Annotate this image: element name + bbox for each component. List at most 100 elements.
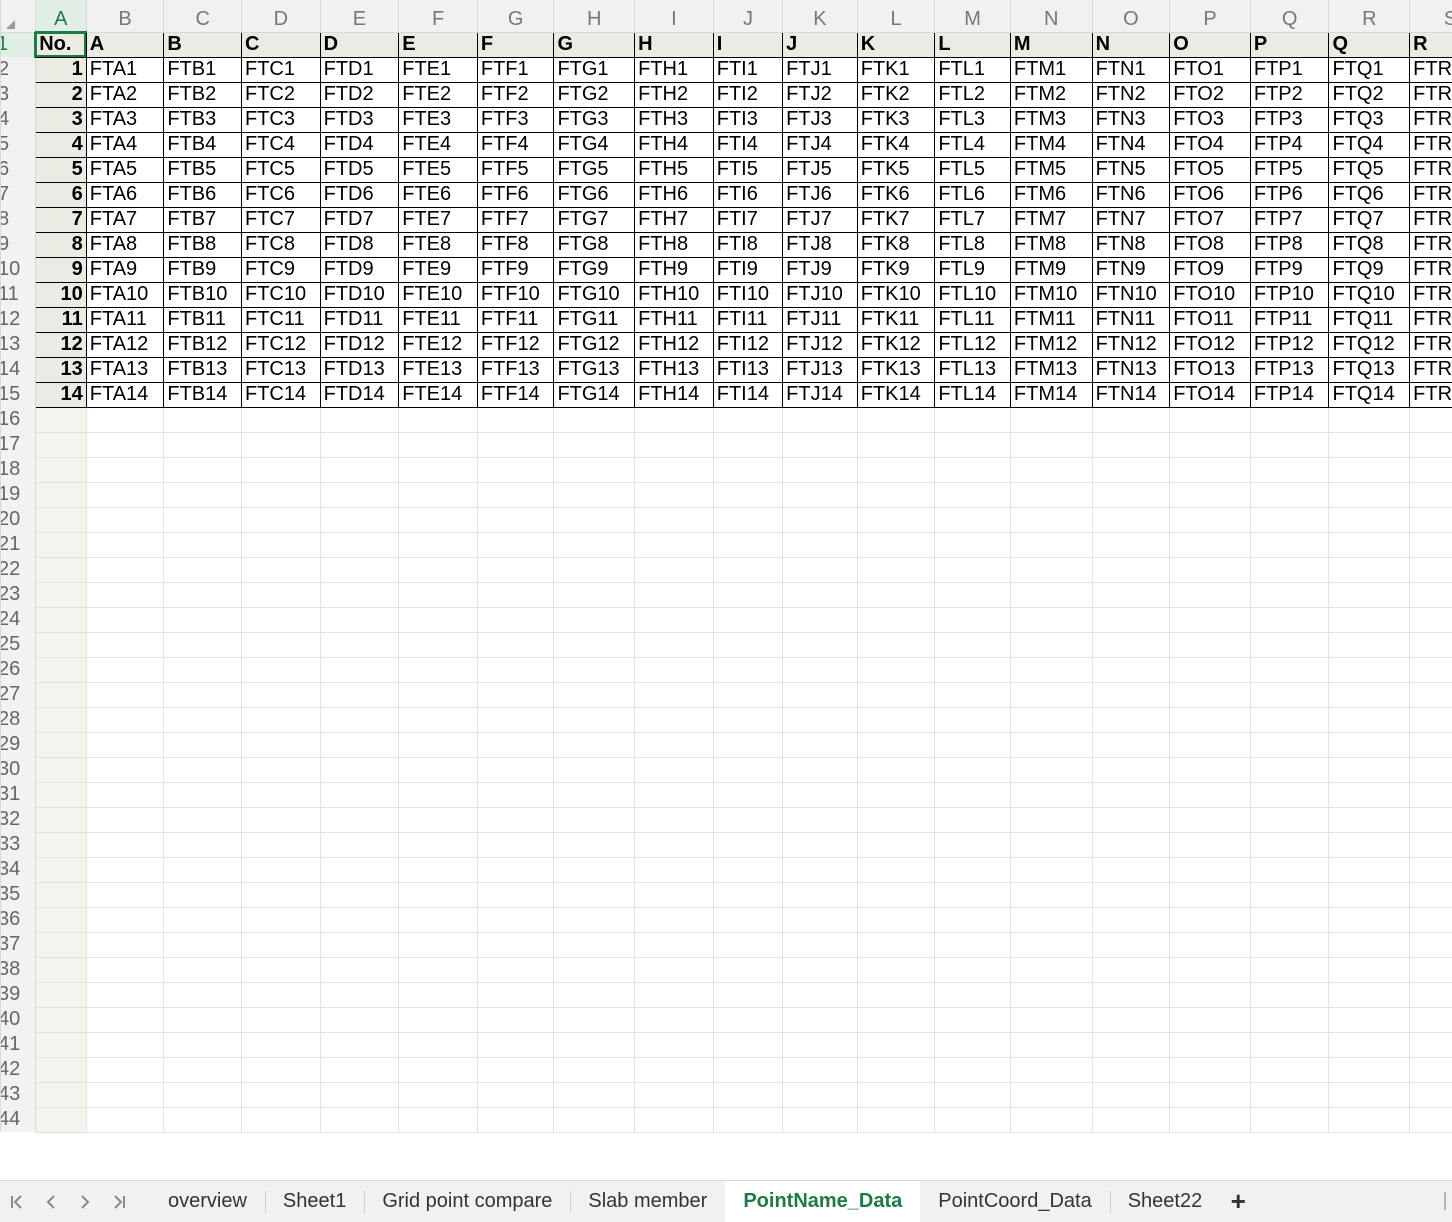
point-name-cell[interactable]: FTM14 — [1009, 381, 1093, 408]
index-cell[interactable]: 10 — [34, 281, 87, 308]
point-name-cell[interactable]: FTN10 — [1091, 281, 1171, 308]
cell[interactable] — [1409, 756, 1452, 783]
cell[interactable] — [34, 706, 87, 733]
cell[interactable] — [934, 481, 1011, 508]
cell[interactable] — [1249, 706, 1330, 733]
cell[interactable] — [240, 806, 321, 833]
cell[interactable] — [1249, 1081, 1330, 1108]
cell[interactable] — [712, 706, 784, 733]
cell[interactable] — [398, 706, 478, 733]
cell[interactable] — [934, 581, 1011, 608]
cell[interactable] — [319, 806, 400, 833]
point-name-cell[interactable]: FTE10 — [398, 281, 478, 308]
row-header[interactable]: 21 — [0, 532, 36, 557]
cell[interactable] — [240, 781, 321, 808]
point-name-cell[interactable]: FTF12 — [476, 331, 555, 358]
cell[interactable] — [782, 906, 858, 933]
cell[interactable] — [1091, 1006, 1171, 1033]
point-name-cell[interactable]: FTK3 — [856, 106, 936, 133]
cell[interactable] — [934, 431, 1011, 458]
cell[interactable] — [1009, 881, 1093, 908]
cell[interactable] — [856, 1006, 936, 1033]
point-name-cell[interactable]: FTG10 — [553, 281, 636, 308]
cell[interactable] — [856, 831, 936, 858]
cell[interactable] — [85, 606, 165, 633]
header-cell[interactable]: L — [934, 31, 1011, 58]
cell[interactable] — [934, 631, 1011, 658]
cell[interactable] — [1009, 756, 1093, 783]
row-header[interactable]: 11 — [0, 282, 36, 307]
cell[interactable] — [398, 631, 478, 658]
cell[interactable] — [856, 681, 936, 708]
point-name-cell[interactable]: FTQ12 — [1328, 331, 1411, 358]
header-cell[interactable]: J — [782, 31, 858, 58]
cell[interactable] — [712, 581, 784, 608]
cell[interactable] — [782, 556, 858, 583]
cell[interactable] — [1169, 431, 1251, 458]
next-sheet-icon[interactable] — [68, 1194, 102, 1210]
cell[interactable] — [240, 956, 321, 983]
cell[interactable] — [1409, 606, 1452, 633]
sheet-tab-sheet22[interactable]: Sheet22 — [1109, 1181, 1221, 1222]
row-header[interactable]: 18 — [0, 457, 36, 482]
cell[interactable] — [1249, 756, 1330, 783]
point-name-cell[interactable]: FTN3 — [1091, 106, 1171, 133]
cell[interactable] — [782, 831, 858, 858]
point-name-cell[interactable]: FTH5 — [634, 156, 714, 183]
cell[interactable] — [934, 931, 1011, 958]
cell[interactable] — [712, 1056, 784, 1083]
cell[interactable] — [319, 1031, 400, 1058]
cell[interactable] — [553, 531, 636, 558]
cell[interactable] — [163, 906, 242, 933]
row-header[interactable]: 43 — [0, 1082, 36, 1107]
cell[interactable] — [34, 956, 87, 983]
point-name-cell[interactable]: FTH4 — [634, 131, 714, 158]
sheet-tab-grid-point-compare[interactable]: Grid point compare — [364, 1181, 570, 1222]
cell[interactable] — [934, 506, 1011, 533]
cell[interactable] — [1009, 606, 1093, 633]
point-name-cell[interactable]: FTC14 — [240, 381, 321, 408]
row-header[interactable]: 37 — [0, 932, 36, 957]
sheet-tab-pointcoord-data[interactable]: PointCoord_Data — [920, 1181, 1109, 1222]
cell[interactable] — [1169, 531, 1251, 558]
row-header[interactable]: 10 — [0, 257, 36, 282]
cell[interactable] — [712, 806, 784, 833]
cell[interactable] — [34, 1106, 87, 1133]
cell[interactable] — [1169, 581, 1251, 608]
cell[interactable] — [1169, 806, 1251, 833]
point-name-cell[interactable]: FTM5 — [1009, 156, 1093, 183]
point-name-cell[interactable]: FTP6 — [1249, 181, 1330, 208]
point-name-cell[interactable]: FTQ9 — [1328, 256, 1411, 283]
cell[interactable] — [634, 956, 714, 983]
point-name-cell[interactable]: FTL1 — [934, 56, 1011, 83]
cell[interactable] — [1169, 656, 1251, 683]
cell[interactable] — [712, 481, 784, 508]
cell[interactable] — [476, 681, 555, 708]
cell[interactable] — [856, 1106, 936, 1133]
point-name-cell[interactable]: FTR9 — [1409, 256, 1452, 283]
cell[interactable] — [1009, 1031, 1093, 1058]
cell[interactable] — [163, 606, 242, 633]
cell[interactable] — [1009, 406, 1093, 433]
row-header[interactable]: 23 — [0, 582, 36, 607]
cell[interactable] — [553, 731, 636, 758]
cell[interactable] — [398, 831, 478, 858]
cell[interactable] — [85, 556, 165, 583]
cell[interactable] — [398, 906, 478, 933]
cell[interactable] — [1169, 956, 1251, 983]
cell[interactable] — [476, 1006, 555, 1033]
point-name-cell[interactable]: FTH8 — [634, 231, 714, 258]
cell[interactable] — [34, 906, 87, 933]
select-all-corner[interactable] — [0, 0, 36, 33]
point-name-cell[interactable]: FTC8 — [240, 231, 321, 258]
header-cell[interactable]: N — [1091, 31, 1171, 58]
cell[interactable] — [398, 1031, 478, 1058]
point-name-cell[interactable]: FTP5 — [1249, 156, 1330, 183]
point-name-cell[interactable]: FTL8 — [934, 231, 1011, 258]
point-name-cell[interactable]: FTH6 — [634, 181, 714, 208]
point-name-cell[interactable]: FTK5 — [856, 156, 936, 183]
point-name-cell[interactable]: FTL7 — [934, 206, 1011, 233]
cell[interactable] — [85, 781, 165, 808]
cell[interactable] — [934, 906, 1011, 933]
cell[interactable] — [553, 981, 636, 1008]
